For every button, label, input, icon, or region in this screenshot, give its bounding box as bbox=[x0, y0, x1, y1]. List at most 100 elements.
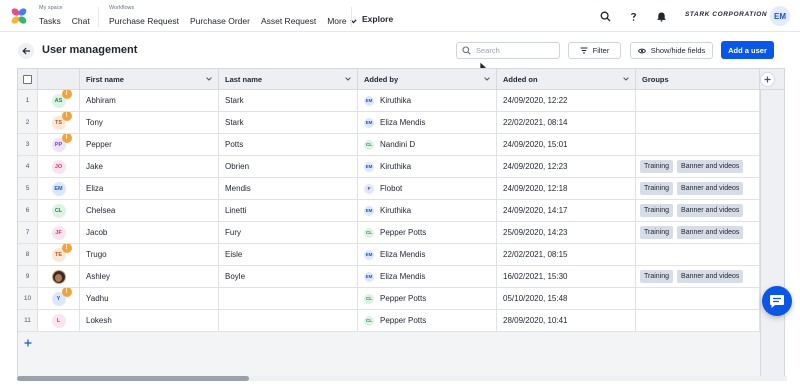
table-row[interactable]: 1 AS! Abhiram Stark EM Kiruthika 24/09/2020, 1… bbox=[18, 90, 760, 112]
added-on-cell[interactable]: 22/02/2021, 08:15 bbox=[497, 244, 636, 266]
avatar[interactable]: TE! bbox=[51, 244, 72, 262]
nav-asset-request[interactable]: Asset Request bbox=[261, 14, 316, 28]
added-on-cell[interactable]: 24/09/2020, 12:22 bbox=[497, 90, 636, 112]
group-chip[interactable]: Banner and videos bbox=[677, 270, 744, 283]
added-by-cell[interactable]: EM Kiruthika bbox=[358, 200, 497, 222]
table-row[interactable]: 6 CL Chelsea Linetti EM Kiruthika 24/09/2020, … bbox=[18, 200, 760, 222]
added-by-cell[interactable]: CL Pepper Potts bbox=[358, 222, 497, 244]
last-name-cell[interactable] bbox=[219, 288, 358, 310]
chat-support-button[interactable] bbox=[762, 286, 792, 316]
avatar-cell[interactable]: TE! bbox=[38, 244, 80, 266]
avatar[interactable]: CL bbox=[51, 203, 66, 218]
first-name-cell[interactable]: Pepper bbox=[80, 134, 219, 156]
avatar-cell[interactable]: L bbox=[38, 310, 80, 332]
groups-cell[interactable]: Training Banner and videos bbox=[636, 178, 760, 200]
last-name-cell[interactable]: Potts bbox=[219, 134, 358, 156]
last-name-cell[interactable]: Fury bbox=[219, 222, 358, 244]
added-on-cell[interactable]: 25/09/2020, 14:23 bbox=[497, 222, 636, 244]
avatar[interactable]: JO bbox=[51, 159, 66, 174]
column-header-added-on[interactable]: Added on bbox=[497, 69, 636, 90]
groups-cell[interactable]: Training Banner and videos bbox=[636, 156, 760, 178]
chevron-down-icon[interactable] bbox=[484, 77, 490, 81]
last-name-cell[interactable]: Eisle bbox=[219, 244, 358, 266]
nav-more[interactable]: More bbox=[327, 14, 357, 28]
nav-purchase-request[interactable]: Purchase Request bbox=[109, 14, 179, 28]
added-on-cell[interactable]: 28/09/2020, 10:41 bbox=[497, 310, 636, 332]
added-by-cell[interactable]: CL Pepper Potts bbox=[358, 288, 497, 310]
column-header-last-name[interactable]: Last name bbox=[219, 69, 358, 90]
first-name-cell[interactable]: Chelsea bbox=[80, 200, 219, 222]
help-icon[interactable] bbox=[626, 9, 640, 23]
added-on-cell[interactable]: 22/02/2021, 08:14 bbox=[497, 112, 636, 134]
avatar-cell[interactable]: EM bbox=[38, 178, 80, 200]
last-name-cell[interactable]: Linetti bbox=[219, 200, 358, 222]
nav-purchase-order[interactable]: Purchase Order bbox=[190, 14, 250, 28]
added-on-cell[interactable]: 24/09/2020, 15:01 bbox=[497, 134, 636, 156]
avatar[interactable]: L bbox=[51, 313, 66, 328]
added-on-cell[interactable]: 16/02/2021, 15:30 bbox=[497, 266, 636, 288]
table-row[interactable]: 5 EM Eliza Mendis F Flobot 24/09/2020, 12:18 Tr… bbox=[18, 178, 760, 200]
added-by-cell[interactable]: F Flobot bbox=[358, 178, 497, 200]
avatar-cell[interactable]: TS! bbox=[38, 112, 80, 134]
avatar[interactable]: AS! bbox=[51, 90, 72, 108]
chevron-down-icon[interactable] bbox=[623, 77, 629, 81]
column-header-groups[interactable]: Groups bbox=[636, 69, 760, 90]
groups-cell[interactable] bbox=[636, 134, 760, 156]
first-name-cell[interactable]: Abhiram bbox=[80, 90, 219, 112]
table-row[interactable]: 2 TS! Tony Stark EM Eliza Mendis 22/02/2021, 0… bbox=[18, 112, 760, 134]
filter-button[interactable]: Filter bbox=[568, 42, 621, 59]
groups-cell[interactable] bbox=[636, 244, 760, 266]
table-row[interactable]: 10 Y! Yadhu CL Pepper Potts 05/10/2020, 15:48 bbox=[18, 288, 760, 310]
group-chip[interactable]: Banner and videos bbox=[677, 182, 744, 195]
bell-icon[interactable] bbox=[654, 9, 668, 23]
user-avatar[interactable]: EM bbox=[770, 6, 790, 26]
avatar-cell[interactable]: JO bbox=[38, 156, 80, 178]
first-name-cell[interactable]: Ashley bbox=[80, 266, 219, 288]
nav-chat[interactable]: Chat bbox=[72, 14, 90, 28]
add-user-button[interactable]: Add a user bbox=[721, 41, 774, 59]
add-column-button[interactable] bbox=[760, 72, 775, 87]
avatar[interactable]: EM bbox=[51, 181, 66, 196]
table-row[interactable]: 4 JO Jake Obrien EM Kiruthika 24/09/2020, 12:2… bbox=[18, 156, 760, 178]
search-icon[interactable] bbox=[598, 9, 612, 23]
scrollbar-thumb[interactable] bbox=[17, 376, 249, 381]
back-button[interactable] bbox=[18, 43, 34, 59]
avatar-cell[interactable]: AS! bbox=[38, 90, 80, 112]
last-name-cell[interactable]: Stark bbox=[219, 112, 358, 134]
added-on-cell[interactable]: 24/09/2020, 14:17 bbox=[497, 200, 636, 222]
group-chip[interactable]: Training bbox=[640, 204, 674, 217]
added-by-cell[interactable]: EM Eliza Mendis bbox=[358, 266, 497, 288]
added-by-cell[interactable]: CL Nandini D bbox=[358, 134, 497, 156]
nav-tasks[interactable]: Tasks bbox=[39, 14, 61, 28]
avatar[interactable]: JF bbox=[51, 225, 66, 240]
groups-cell[interactable] bbox=[636, 90, 760, 112]
first-name-cell[interactable]: Tony bbox=[80, 112, 219, 134]
avatar-cell[interactable] bbox=[38, 266, 80, 288]
groups-cell[interactable]: Training Banner and videos bbox=[636, 222, 760, 244]
show-hide-fields-button[interactable]: Show/hide fields bbox=[630, 42, 713, 59]
table-row[interactable]: 7 JF Jacob Fury CL Pepper Potts 25/09/2020, 14… bbox=[18, 222, 760, 244]
last-name-cell[interactable]: Stark bbox=[219, 90, 358, 112]
group-chip[interactable]: Training bbox=[640, 226, 674, 239]
table-row[interactable]: 8 TE! Trugo Eisle EM Eliza Mendis 22/02/2021, … bbox=[18, 244, 760, 266]
horizontal-scrollbar[interactable] bbox=[17, 376, 787, 381]
last-name-cell[interactable]: Boyle bbox=[219, 266, 358, 288]
avatar-cell[interactable]: PP! bbox=[38, 134, 80, 156]
added-on-cell[interactable]: 24/09/2020, 12:23 bbox=[497, 156, 636, 178]
search-box[interactable] bbox=[456, 42, 560, 59]
last-name-cell[interactable]: Mendis bbox=[219, 178, 358, 200]
avatar[interactable]: Y! bbox=[51, 288, 72, 306]
added-by-cell[interactable]: CL Pepper Potts bbox=[358, 310, 497, 332]
column-header-added-by[interactable]: Added by bbox=[358, 69, 497, 90]
groups-cell[interactable]: Training Banner and videos bbox=[636, 266, 760, 288]
first-name-cell[interactable]: Jake bbox=[80, 156, 219, 178]
group-chip[interactable]: Banner and videos bbox=[677, 160, 744, 173]
groups-cell[interactable] bbox=[636, 288, 760, 310]
avatar-cell[interactable]: CL bbox=[38, 200, 80, 222]
add-row-button[interactable] bbox=[18, 333, 38, 353]
chevron-down-icon[interactable] bbox=[345, 77, 351, 81]
table-row[interactable]: 3 PP! Pepper Potts CL Nandini D 24/09/2020, 15… bbox=[18, 134, 760, 156]
table-row[interactable]: 9 Ashley Boyle EM Eliza Mendis 16/02/2021, 15… bbox=[18, 266, 760, 288]
select-all-checkbox[interactable] bbox=[23, 75, 32, 84]
first-name-cell[interactable]: Yadhu bbox=[80, 288, 219, 310]
